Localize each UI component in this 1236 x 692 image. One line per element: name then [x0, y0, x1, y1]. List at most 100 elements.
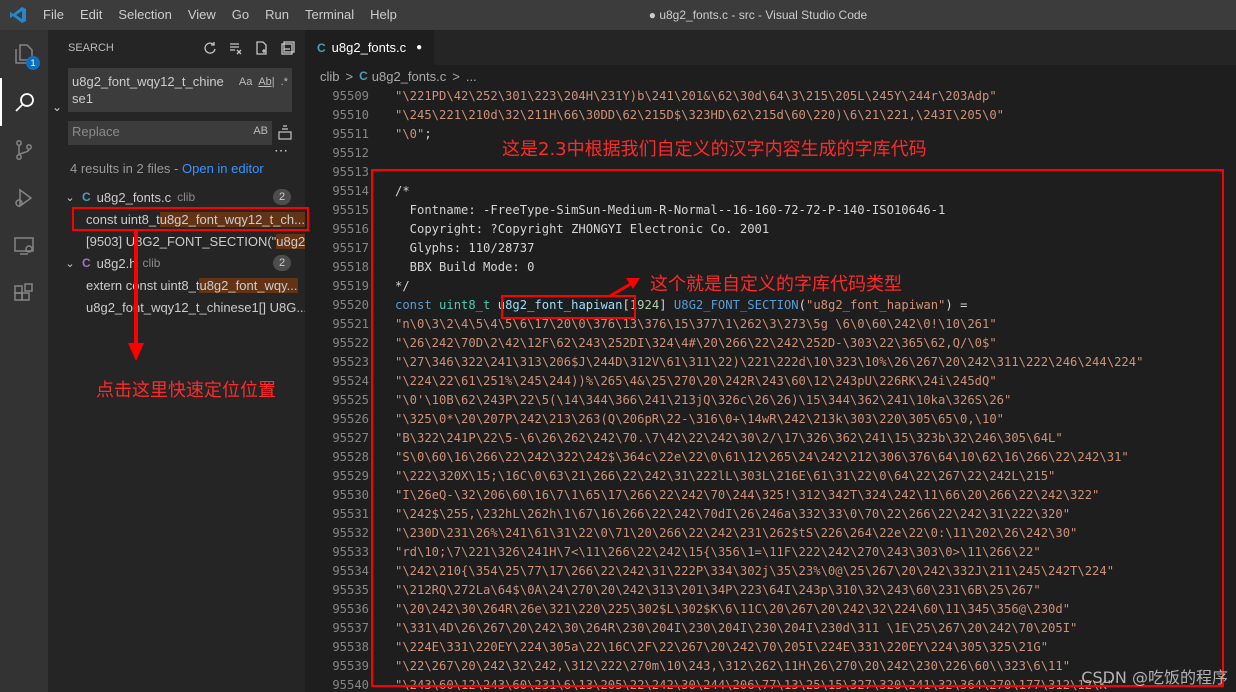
- breadcrumb-item[interactable]: u8g2_fonts.c: [372, 69, 446, 84]
- line-number: 95525: [332, 393, 369, 407]
- line-number: 95509: [332, 89, 369, 103]
- line-number: 95516: [332, 222, 369, 236]
- tab-u8g2-fonts-c[interactable]: C u8g2_fonts.c ●: [305, 30, 435, 65]
- breadcrumb: clib > C u8g2_fonts.c > ...: [305, 65, 1236, 87]
- menu-edit[interactable]: Edit: [72, 0, 110, 30]
- line-number: 95518: [332, 260, 369, 274]
- menu-run[interactable]: Run: [257, 0, 297, 30]
- line-number: 95524: [332, 374, 369, 388]
- toggle-search-details-icon[interactable]: ⋯: [274, 142, 288, 159]
- refresh-icon[interactable]: [203, 41, 217, 55]
- line-number: 95535: [332, 583, 369, 597]
- menu-selection[interactable]: Selection: [110, 0, 179, 30]
- line-number: 95523: [332, 355, 369, 369]
- c-file-icon: C: [317, 40, 326, 55]
- new-search-editor-icon[interactable]: [255, 40, 269, 55]
- use-regex-icon[interactable]: .*: [281, 74, 288, 91]
- breadcrumb-item[interactable]: ...: [466, 69, 477, 84]
- result-match-row[interactable]: extern const uint8_t u8g2_font_wqy...: [48, 274, 305, 296]
- line-number: 95532: [332, 526, 369, 540]
- match-whole-word-icon[interactable]: Ab|: [258, 74, 274, 91]
- menu-bar: File Edit Selection View Go Run Terminal…: [35, 0, 405, 30]
- search-input[interactable]: u8g2_font_wqy12_t_chinese1 Aa Ab| .*: [68, 68, 292, 112]
- line-number: 95512: [332, 146, 369, 160]
- c-file-icon: C: [359, 69, 368, 83]
- toggle-replace-chevron-icon[interactable]: ⌄: [52, 100, 62, 114]
- results-count: 4 results in 2 files -: [70, 161, 182, 176]
- sidebar-header: SEARCH: [48, 30, 305, 65]
- result-file-row[interactable]: ⌄ C u8g2.h clib 2: [48, 252, 305, 274]
- code-text: "\221PD\42\252\301\223\204H\231Y)b\241\2…: [395, 89, 997, 103]
- line-number: 95510: [332, 108, 369, 122]
- match-highlight: u8g2...: [276, 233, 305, 249]
- breadcrumb-separator: >: [345, 68, 354, 84]
- result-count-badge: 2: [273, 255, 291, 271]
- watermark: CSDN @吃饭的程序: [1081, 668, 1228, 687]
- code-line[interactable]: 95510 "\245\221\210d\32\211H\66\30DD\62\2…: [305, 106, 1236, 125]
- clear-results-icon[interactable]: [229, 41, 243, 55]
- replace-input[interactable]: Replace AB: [68, 121, 272, 145]
- extensions-icon[interactable]: [0, 270, 48, 318]
- arrow-down-icon: [128, 231, 144, 361]
- menu-help[interactable]: Help: [362, 0, 405, 30]
- match-highlight: u8g2_font_wqy...: [199, 277, 298, 293]
- highlight-box-font-name: [501, 295, 636, 319]
- run-debug-icon[interactable]: [0, 174, 48, 222]
- code-text: "\245\221\210d\32\211H\66\30DD\62\215D$\…: [395, 108, 1005, 122]
- highlight-box-font-code: [371, 169, 1224, 687]
- menu-view[interactable]: View: [180, 0, 224, 30]
- chevron-down-icon[interactable]: ⌄: [62, 257, 78, 270]
- unsaved-dot-icon[interactable]: ●: [416, 42, 422, 53]
- menu-terminal[interactable]: Terminal: [297, 0, 362, 30]
- results-summary: 4 results in 2 files - Open in editor: [70, 161, 264, 176]
- line-number: 95526: [332, 412, 369, 426]
- search-icon[interactable]: [0, 78, 48, 126]
- result-match-row[interactable]: u8g2_font_wqy12_t_chinese1[] U8G...: [48, 296, 305, 318]
- replace-placeholder: Replace: [72, 124, 120, 139]
- match-case-icon[interactable]: Aa: [239, 74, 252, 91]
- line-number: 95531: [332, 507, 369, 521]
- match-prefix: [9503] U8G2_FONT_SECTION(": [86, 233, 277, 249]
- breadcrumb-item[interactable]: clib: [320, 69, 340, 84]
- line-number: 95533: [332, 545, 369, 559]
- highlight-box-search-result: [72, 207, 309, 231]
- line-number: 95528: [332, 450, 369, 464]
- explorer-badge: 1: [26, 56, 40, 70]
- line-number: 95527: [332, 431, 369, 445]
- annotation-font-type: 这个就是自定义的字库代码类型: [650, 274, 902, 295]
- annotation-generated-code: 这是2.3中根据我们自定义的汉字内容生成的字库代码: [502, 139, 927, 160]
- code-line[interactable]: 95509 "\221PD\42\252\301\223\204H\231Y)b\…: [305, 87, 1236, 106]
- line-number: 95539: [332, 659, 369, 673]
- breadcrumb-separator: >: [452, 68, 460, 84]
- sidebar-title: SEARCH: [68, 41, 114, 54]
- c-file-icon: C: [82, 190, 91, 204]
- result-count-badge: 2: [273, 189, 291, 205]
- line-number: 95540: [332, 678, 369, 692]
- line-number: 95519: [332, 279, 369, 293]
- result-file-row[interactable]: ⌄ C u8g2_fonts.c clib 2: [48, 186, 305, 208]
- line-number: 95515: [332, 203, 369, 217]
- activity-bar: 1: [0, 30, 48, 692]
- remote-explorer-icon[interactable]: [0, 222, 48, 270]
- code-text: "\0";: [395, 127, 432, 141]
- h-file-icon: C: [82, 256, 91, 270]
- line-number: 95538: [332, 640, 369, 654]
- line-number: 95534: [332, 564, 369, 578]
- line-number: 95522: [332, 336, 369, 350]
- annotation-click-here: 点击这里快速定位位置: [96, 380, 276, 401]
- tab-bar: C u8g2_fonts.c ●: [305, 30, 1236, 65]
- result-match-row[interactable]: [9503] U8G2_FONT_SECTION("u8g2...: [48, 230, 305, 252]
- vscode-logo-icon: [0, 0, 35, 30]
- result-file-name: u8g2_fonts.c: [96, 189, 172, 205]
- open-in-editor-link[interactable]: Open in editor: [182, 161, 264, 176]
- menu-go[interactable]: Go: [224, 0, 257, 30]
- line-number: 95537: [332, 621, 369, 635]
- menu-file[interactable]: File: [35, 0, 72, 30]
- search-input-value: u8g2_font_wqy12_t_chinese1: [72, 74, 224, 106]
- match-prefix: u8g2_font_wqy12_t_chinese1[] U8G...: [86, 299, 305, 315]
- preserve-case-icon[interactable]: AB: [253, 125, 268, 137]
- explorer-icon[interactable]: 1: [0, 30, 48, 78]
- source-control-icon[interactable]: [0, 126, 48, 174]
- collapse-all-icon[interactable]: [281, 40, 295, 55]
- chevron-down-icon[interactable]: ⌄: [62, 191, 78, 204]
